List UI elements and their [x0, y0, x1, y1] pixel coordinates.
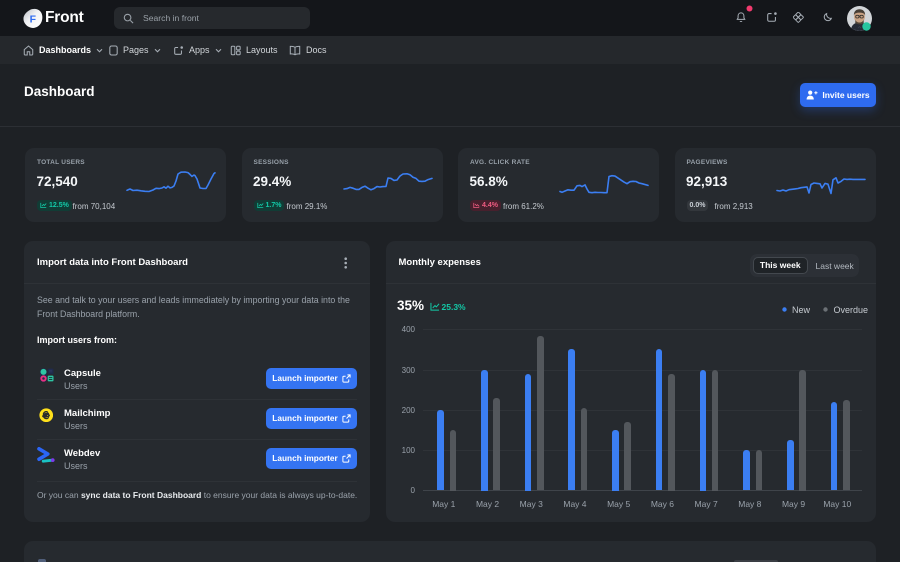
svg-text:F: F [30, 14, 37, 25]
